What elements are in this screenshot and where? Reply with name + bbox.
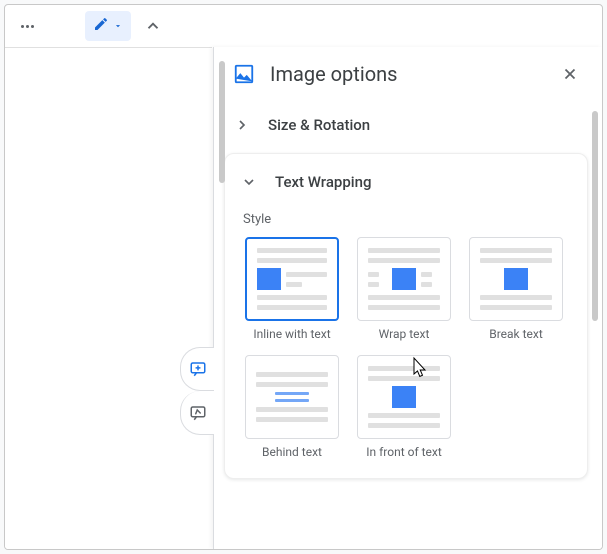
section-text-wrapping[interactable]: Text Wrapping xyxy=(239,172,573,192)
wrap-option-break[interactable]: Break text xyxy=(467,237,565,341)
editing-mode-button[interactable] xyxy=(85,11,131,41)
wrap-option-tile xyxy=(245,237,339,321)
collapse-toolbar-button[interactable] xyxy=(137,11,169,41)
wrap-option-tile xyxy=(469,237,563,321)
wrap-option-tile xyxy=(357,355,451,439)
pencil-icon xyxy=(93,16,109,36)
image-icon xyxy=(232,62,256,86)
document-canvas[interactable] xyxy=(5,47,213,549)
wrap-option-inline[interactable]: Inline with text xyxy=(243,237,341,341)
wrap-option-tile xyxy=(357,237,451,321)
caret-down-icon xyxy=(113,21,123,31)
wrap-option-tile xyxy=(245,355,339,439)
wrap-option-front[interactable]: In front of text xyxy=(355,355,453,459)
suggest-edits-button[interactable] xyxy=(180,391,214,435)
add-comment-button[interactable] xyxy=(180,347,214,391)
chevron-right-icon xyxy=(232,115,252,135)
panel-scrollbar[interactable] xyxy=(592,111,598,321)
section-label: Size & Rotation xyxy=(268,116,370,134)
panel-title: Image options xyxy=(270,62,540,86)
more-menu-button[interactable] xyxy=(13,25,41,28)
chevron-down-icon xyxy=(239,172,259,192)
wrap-option-behind[interactable]: Behind text xyxy=(243,355,341,459)
section-size-rotation[interactable]: Size & Rotation xyxy=(232,115,588,135)
document-scrollbar[interactable] xyxy=(219,61,225,183)
style-label: Style xyxy=(225,200,587,237)
section-label: Text Wrapping xyxy=(275,173,371,191)
wrap-option-wrap[interactable]: Wrap text xyxy=(355,237,453,341)
close-panel-button[interactable] xyxy=(554,58,586,90)
